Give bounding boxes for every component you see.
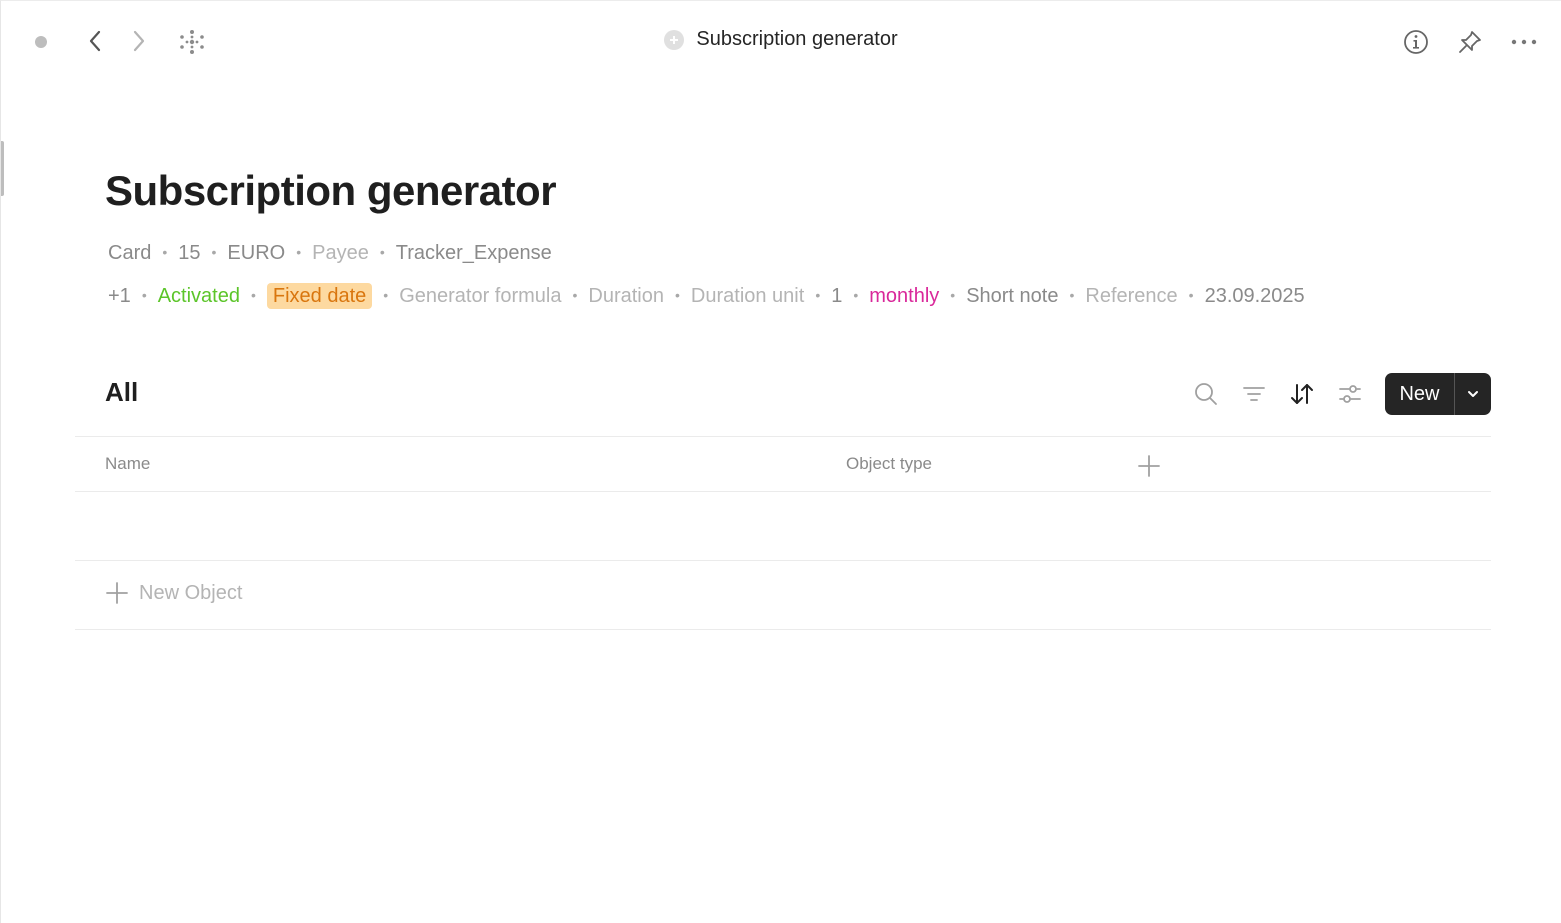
relation-separator: • <box>675 287 680 303</box>
view-title[interactable]: All <box>105 377 138 408</box>
relation-separator: • <box>815 287 821 303</box>
table-top-divider <box>75 436 1491 437</box>
header-divider <box>75 491 1491 492</box>
featured-relations: Card • 15 • EURO • Payee • Tracker_Expense +1 • Ac… <box>108 231 1438 317</box>
relation-value[interactable]: 23.09.2025 <box>1205 285 1305 307</box>
relation-separator: • <box>296 244 302 260</box>
relation-value[interactable]: Duration unit <box>691 285 804 307</box>
relation-value[interactable]: Tracker_Expense <box>396 242 552 264</box>
relation-separator: • <box>379 244 385 260</box>
chevron-down-icon[interactable] <box>1455 373 1491 415</box>
column-header-name[interactable]: Name <box>105 454 150 474</box>
settings-icon[interactable] <box>1334 378 1366 410</box>
app-window: Subscription generator Subscription gene… <box>0 0 1561 923</box>
relation-value[interactable]: Fixed date <box>266 283 373 309</box>
top-bar: Subscription generator <box>1 1 1561 81</box>
plus-icon <box>106 582 128 604</box>
new-button[interactable]: New <box>1385 383 1454 406</box>
add-column-icon[interactable] <box>1135 452 1163 480</box>
relation-value[interactable]: +1 <box>108 285 131 307</box>
relation-value[interactable]: 1 <box>831 285 842 307</box>
sort-icon[interactable] <box>1286 378 1318 410</box>
relation-separator: • <box>572 287 578 303</box>
row-divider <box>75 560 1491 561</box>
relation-separator: • <box>211 244 217 260</box>
relation-value[interactable]: Reference <box>1085 285 1177 307</box>
relation-value[interactable]: Card <box>108 242 151 264</box>
table-bottom-divider <box>75 629 1491 630</box>
column-header-object-type[interactable]: Object type <box>846 454 932 474</box>
relation-value[interactable]: Duration <box>588 285 664 307</box>
relation-separator: • <box>1069 287 1075 303</box>
relation-value[interactable]: Short note <box>966 285 1058 307</box>
new-object-label: New Object <box>139 581 243 604</box>
new-object-button-group: New <box>1385 373 1491 415</box>
relation-separator: • <box>853 287 859 303</box>
relation-separator: • <box>950 287 956 303</box>
object-type-icon <box>664 29 685 50</box>
window-title-text: Subscription generator <box>696 28 898 50</box>
relation-value[interactable]: monthly <box>869 285 939 307</box>
search-icon[interactable] <box>1190 378 1222 410</box>
pin-icon[interactable] <box>1455 27 1485 57</box>
new-object-row[interactable]: New Object <box>105 581 242 605</box>
relation-value[interactable]: Activated <box>158 285 240 307</box>
relation-value[interactable]: Payee <box>312 242 369 264</box>
relation-separator: • <box>162 244 168 260</box>
relation-value[interactable]: Generator formula <box>399 285 561 307</box>
relation-separator: • <box>1188 287 1194 303</box>
window-title[interactable]: Subscription generator <box>1 28 1561 51</box>
page-title[interactable]: Subscription generator <box>105 167 557 215</box>
relation-separator: • <box>383 287 389 303</box>
filter-icon[interactable] <box>1238 378 1270 410</box>
relation-separator: • <box>250 287 256 303</box>
info-icon[interactable] <box>1401 27 1431 57</box>
relation-value[interactable]: EURO <box>227 242 285 264</box>
relation-separator: • <box>141 287 147 303</box>
more-icon[interactable] <box>1508 27 1540 57</box>
sidebar-resize-handle[interactable] <box>1 141 4 196</box>
relation-value[interactable]: 15 <box>178 242 200 264</box>
